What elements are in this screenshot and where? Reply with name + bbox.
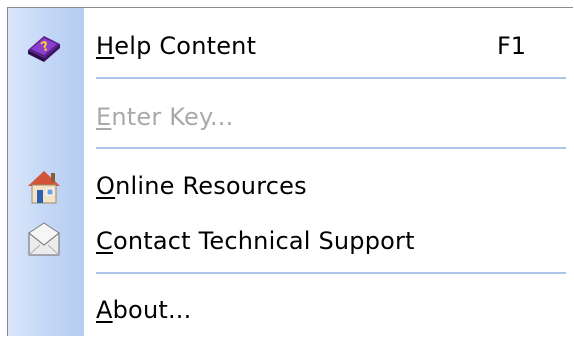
help-content-label: Help Content	[96, 32, 257, 60]
menu-item-online-resources[interactable]: Online Resources	[8, 160, 573, 212]
menu-item-contact-technical-support[interactable]: Contact Technical Support	[8, 215, 573, 267]
menu-item-enter-key: Enter Key...	[8, 91, 573, 143]
menu-item-about[interactable]: About...	[8, 284, 573, 336]
contact-technical-support-label: Contact Technical Support	[96, 227, 415, 255]
envelope-icon	[24, 221, 64, 261]
house-icon	[24, 166, 64, 206]
online-resources-label: Online Resources	[96, 172, 307, 200]
menu-item-help-content[interactable]: ? Help Content F1	[8, 20, 573, 72]
help-book-icon: ?	[24, 26, 64, 66]
help-content-shortcut: F1	[497, 32, 527, 60]
menu-separator	[96, 77, 566, 79]
about-label: About...	[96, 296, 192, 324]
menu-separator	[96, 147, 566, 149]
enter-key-label: Enter Key...	[96, 103, 234, 131]
menu-separator	[96, 272, 566, 274]
help-menu: ? Help Content F1 Enter Key... Online Re…	[7, 7, 573, 336]
